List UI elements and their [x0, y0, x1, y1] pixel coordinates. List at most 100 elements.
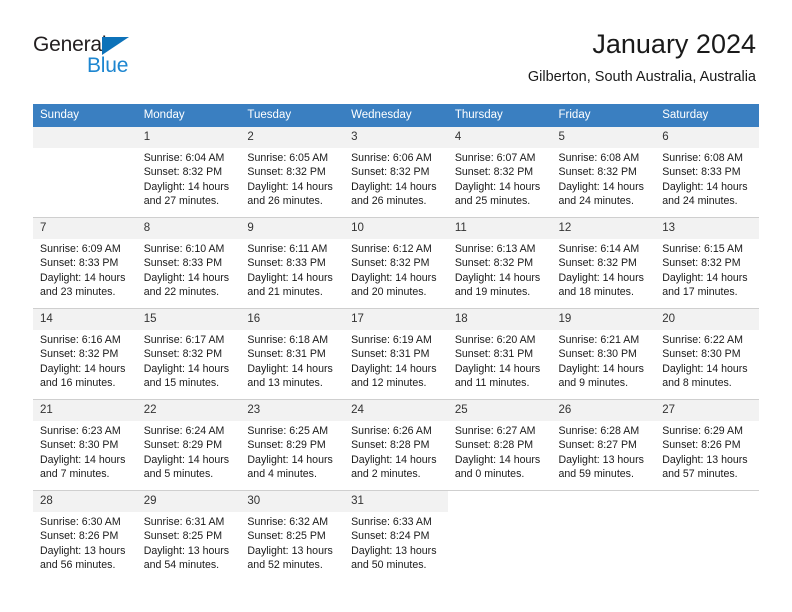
calendar-day-cell[interactable]: 20 Sunrise: 6:22 AM Sunset: 8:30 PM Dayligh…: [655, 308, 759, 400]
day-daylight-text: and 19 minutes.: [454, 285, 531, 298]
day-sunrise-text: Sunrise: 6:16 AM: [40, 334, 121, 346]
day-sun-info: Sunrise: 6:07 AM Sunset: 8:32 PM Daylight:…: [448, 148, 552, 208]
page-header: General Blue January 2024 Gilberton, Sou…: [0, 0, 792, 85]
day-sunrise-text: Sunrise: 6:07 AM: [454, 152, 536, 164]
day-sunrise-text: Sunrise: 6:17 AM: [143, 334, 225, 346]
day-number: 25: [447, 400, 552, 421]
calendar-day-cell: [655, 490, 759, 581]
day-daylight-text: and 16 minutes.: [40, 376, 116, 389]
calendar-day-cell[interactable]: 26 Sunrise: 6:28 AM Sunset: 8:27 PM Dayligh…: [551, 399, 656, 491]
calendar-week-row: 14 Sunrise: 6:16 AM Sunset: 8:32 PM Dayligh…: [33, 308, 759, 400]
day-sunrise-text: Sunrise: 6:15 AM: [662, 243, 743, 255]
day-sun-info: Sunrise: 6:30 AM Sunset: 8:26 PM Daylight:…: [33, 512, 137, 572]
day-sun-info: Sunrise: 6:25 AM Sunset: 8:29 PM Daylight:…: [240, 421, 344, 481]
day-sun-info: Sunrise: 6:06 AM Sunset: 8:32 PM Daylight:…: [344, 148, 448, 208]
calendar-page: General Blue January 2024 Gilberton, Sou…: [0, 0, 792, 612]
weekday-header-monday: Monday: [136, 104, 241, 127]
day-sunrise-text: Sunrise: 6:05 AM: [247, 152, 329, 164]
calendar-day-cell[interactable]: 28 Sunrise: 6:30 AM Sunset: 8:26 PM Dayligh…: [33, 490, 137, 581]
day-sunrise-text: Sunrise: 6:25 AM: [247, 425, 329, 437]
day-sunset-text: Sunset: 8:30 PM: [662, 348, 741, 361]
day-sunrise-text: Sunrise: 6:30 AM: [40, 516, 121, 528]
day-number: 7: [33, 218, 137, 239]
calendar-day-cell[interactable]: 29 Sunrise: 6:31 AM Sunset: 8:25 PM Dayligh…: [136, 490, 241, 581]
day-daylight-text: Daylight: 14 hours: [558, 362, 644, 375]
day-sun-info: Sunrise: 6:22 AM Sunset: 8:30 PM Daylight:…: [655, 330, 759, 390]
weekday-header-tuesday: Tuesday: [240, 104, 345, 127]
day-daylight-text: and 5 minutes.: [143, 467, 214, 480]
calendar-day-cell[interactable]: 17 Sunrise: 6:19 AM Sunset: 8:31 PM Dayligh…: [344, 308, 448, 400]
calendar-day-cell[interactable]: 12 Sunrise: 6:14 AM Sunset: 8:32 PM Dayligh…: [551, 217, 656, 309]
day-daylight-text: Daylight: 14 hours: [40, 362, 126, 375]
calendar-day-cell[interactable]: 27 Sunrise: 6:29 AM Sunset: 8:26 PM Dayligh…: [655, 399, 759, 491]
day-sunrise-text: Sunrise: 6:19 AM: [351, 334, 432, 346]
calendar-day-cell[interactable]: 21 Sunrise: 6:23 AM Sunset: 8:30 PM Dayligh…: [33, 399, 137, 491]
calendar-day-cell[interactable]: 4 Sunrise: 6:07 AM Sunset: 8:32 PM Daylight…: [447, 127, 552, 218]
day-number: 12: [551, 218, 656, 239]
day-daylight-text: and 7 minutes.: [40, 467, 110, 480]
day-number: 18: [447, 309, 552, 330]
calendar-day-cell[interactable]: 24 Sunrise: 6:26 AM Sunset: 8:28 PM Dayligh…: [344, 399, 448, 491]
day-sun-info: Sunrise: 6:33 AM Sunset: 8:24 PM Daylight:…: [344, 512, 448, 572]
day-daylight-text: Daylight: 14 hours: [143, 453, 230, 466]
calendar-day-cell: [447, 490, 552, 581]
day-sun-info: Sunrise: 6:31 AM Sunset: 8:25 PM Daylight:…: [137, 512, 241, 572]
calendar-day-cell[interactable]: 1 Sunrise: 6:04 AM Sunset: 8:32 PM Daylight…: [136, 127, 241, 218]
day-sunrise-text: Sunrise: 6:32 AM: [247, 516, 329, 528]
day-sunrise-text: Sunrise: 6:13 AM: [454, 243, 536, 255]
day-sunrise-text: Sunrise: 6:18 AM: [247, 334, 329, 346]
logo-triangle-icon: [102, 37, 129, 55]
calendar-day-cell: [551, 490, 656, 581]
page-subtitle: Gilberton, South Australia, Australia: [527, 69, 756, 85]
day-sunrise-text: Sunrise: 6:20 AM: [454, 334, 536, 346]
calendar-day-cell[interactable]: 10 Sunrise: 6:12 AM Sunset: 8:32 PM Dayligh…: [344, 217, 448, 309]
day-sunrise-text: Sunrise: 6:26 AM: [351, 425, 432, 437]
weekday-header-saturday: Saturday: [655, 104, 759, 127]
calendar-day-cell[interactable]: 25 Sunrise: 6:27 AM Sunset: 8:28 PM Dayligh…: [447, 399, 552, 491]
calendar-day-cell[interactable]: 14 Sunrise: 6:16 AM Sunset: 8:32 PM Dayligh…: [33, 308, 137, 400]
calendar-day-cell[interactable]: 7 Sunrise: 6:09 AM Sunset: 8:33 PM Daylight…: [33, 217, 137, 309]
calendar-day-cell[interactable]: 31 Sunrise: 6:33 AM Sunset: 8:24 PM Dayligh…: [344, 490, 448, 581]
day-number: 8: [136, 218, 241, 239]
calendar-day-cell[interactable]: 11 Sunrise: 6:13 AM Sunset: 8:32 PM Dayligh…: [447, 217, 552, 309]
day-daylight-text: Daylight: 14 hours: [454, 180, 541, 193]
weekday-header-friday: Friday: [551, 104, 656, 127]
day-sunset-text: Sunset: 8:33 PM: [40, 257, 119, 270]
calendar-day-cell[interactable]: 8 Sunrise: 6:10 AM Sunset: 8:33 PM Daylight…: [136, 217, 241, 309]
calendar-day-cell[interactable]: 15 Sunrise: 6:17 AM Sunset: 8:32 PM Dayligh…: [136, 308, 241, 400]
calendar-day-cell[interactable]: 18 Sunrise: 6:20 AM Sunset: 8:31 PM Dayligh…: [447, 308, 552, 400]
calendar-day-cell[interactable]: 6 Sunrise: 6:08 AM Sunset: 8:33 PM Daylight…: [655, 127, 759, 218]
calendar-day-cell[interactable]: 3 Sunrise: 6:06 AM Sunset: 8:32 PM Daylight…: [344, 127, 448, 218]
day-daylight-text: Daylight: 13 hours: [247, 544, 333, 557]
day-sun-info: Sunrise: 6:23 AM Sunset: 8:30 PM Daylight:…: [33, 421, 137, 481]
calendar-day-cell[interactable]: 5 Sunrise: 6:08 AM Sunset: 8:32 PM Daylight…: [551, 127, 656, 218]
calendar-day-cell[interactable]: 22 Sunrise: 6:24 AM Sunset: 8:29 PM Dayligh…: [136, 399, 241, 491]
day-daylight-text: Daylight: 14 hours: [143, 180, 230, 193]
day-number: 9: [240, 218, 345, 239]
day-number: 5: [551, 127, 656, 148]
calendar-day-cell[interactable]: 19 Sunrise: 6:21 AM Sunset: 8:30 PM Dayligh…: [551, 308, 656, 400]
day-sun-info: Sunrise: 6:18 AM Sunset: 8:31 PM Daylight:…: [240, 330, 344, 390]
day-daylight-text: Daylight: 14 hours: [247, 271, 333, 284]
calendar-day-cell[interactable]: 9 Sunrise: 6:11 AM Sunset: 8:33 PM Daylight…: [240, 217, 345, 309]
day-daylight-text: Daylight: 14 hours: [351, 453, 437, 466]
calendar-day-cell[interactable]: 13 Sunrise: 6:15 AM Sunset: 8:32 PM Dayligh…: [655, 217, 759, 309]
day-sun-info: Sunrise: 6:13 AM Sunset: 8:32 PM Daylight:…: [448, 239, 552, 299]
day-sunrise-text: Sunrise: 6:31 AM: [143, 516, 225, 528]
weekday-header-thursday: Thursday: [447, 104, 552, 127]
day-sunset-text: Sunset: 8:26 PM: [40, 530, 119, 543]
day-daylight-text: Daylight: 14 hours: [40, 271, 126, 284]
day-sun-info: Sunrise: 6:28 AM Sunset: 8:27 PM Daylight:…: [552, 421, 656, 481]
calendar-body: 1 Sunrise: 6:04 AM Sunset: 8:32 PM Daylight…: [33, 127, 759, 581]
day-sunrise-text: Sunrise: 6:12 AM: [351, 243, 432, 255]
calendar-day-cell[interactable]: 23 Sunrise: 6:25 AM Sunset: 8:29 PM Dayligh…: [240, 399, 345, 491]
calendar-day-cell[interactable]: 16 Sunrise: 6:18 AM Sunset: 8:31 PM Dayligh…: [240, 308, 345, 400]
day-number: 10: [344, 218, 448, 239]
day-daylight-text: Daylight: 14 hours: [351, 362, 437, 375]
calendar-day-cell[interactable]: 2 Sunrise: 6:05 AM Sunset: 8:32 PM Daylight…: [240, 127, 345, 218]
day-daylight-text: Daylight: 13 hours: [40, 544, 126, 557]
day-daylight-text: and 52 minutes.: [247, 558, 323, 571]
calendar-header-row: Sunday Monday Tuesday Wednesday Thursday…: [33, 104, 759, 127]
calendar-day-cell[interactable]: 30 Sunrise: 6:32 AM Sunset: 8:25 PM Dayligh…: [240, 490, 345, 581]
day-daylight-text: and 15 minutes.: [143, 376, 220, 389]
